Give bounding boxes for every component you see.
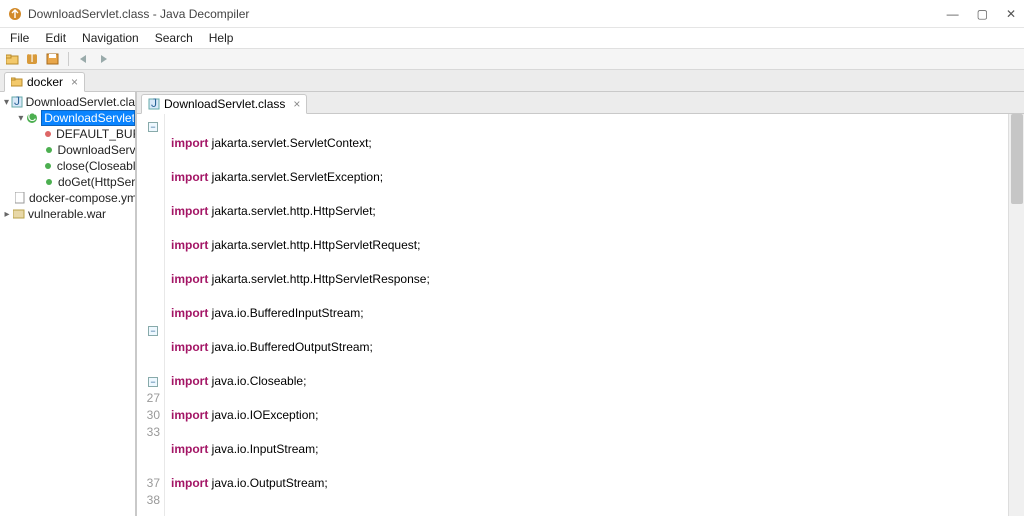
open-type-icon[interactable]: T (24, 50, 42, 68)
editor-tab[interactable]: J DownloadServlet.class × (141, 94, 307, 114)
line-number: 27 (137, 390, 160, 407)
class-file-icon: J (11, 96, 24, 108)
line-number-gutter: − − − 27 30 33 37 38 (137, 114, 165, 516)
editor-body: − − − 27 30 33 37 38 import jakarta.serv… (137, 114, 1024, 516)
class-file-icon: J (148, 98, 160, 110)
close-icon[interactable]: × (293, 97, 300, 111)
tree-node-war[interactable]: ▸ vulnerable.war (0, 206, 135, 222)
folder-icon (11, 77, 23, 87)
svg-text:T: T (28, 53, 36, 65)
close-icon[interactable]: × (71, 75, 78, 89)
line-number: 30 (137, 407, 160, 424)
line-number: 38 (137, 492, 160, 509)
maximize-button[interactable]: ▢ (977, 7, 988, 21)
tree-label: vulnerable.war (28, 207, 106, 221)
code-area[interactable]: import jakarta.servlet.ServletContext; i… (165, 114, 1008, 516)
project-tabstrip: docker × (0, 70, 1024, 92)
vertical-scrollbar[interactable] (1008, 114, 1024, 516)
menu-help[interactable]: Help (203, 29, 240, 47)
project-tab-docker[interactable]: docker × (4, 72, 85, 92)
nav-back-icon[interactable] (75, 50, 93, 68)
tree-label: doGet(HttpSer (58, 175, 135, 189)
svg-text:J: J (14, 96, 20, 108)
tree-label: DEFAULT_BUFF (56, 127, 135, 141)
line-number: 33 (137, 424, 160, 441)
menu-search[interactable]: Search (149, 29, 199, 47)
nav-forward-icon[interactable] (95, 50, 113, 68)
svg-text:C: C (28, 112, 37, 124)
menu-edit[interactable]: Edit (39, 29, 72, 47)
tree-label: docker-compose.yml (29, 191, 135, 205)
tree-node-method[interactable]: close(Closeable (0, 158, 135, 174)
tree-node-field[interactable]: DEFAULT_BUFF (0, 126, 135, 142)
tree-label: DownloadServlet (41, 110, 135, 126)
method-icon (42, 176, 56, 188)
collapse-icon[interactable]: ▾ (2, 97, 11, 108)
workarea: ▾ J DownloadServlet.class ▾ C DownloadSe… (0, 92, 1024, 516)
window-controls: — ▢ ✕ (947, 7, 1016, 21)
tree-node-class[interactable]: ▾ C DownloadServlet (0, 110, 135, 126)
toolbar: T (0, 48, 1024, 70)
fold-icon[interactable]: − (148, 326, 158, 336)
editor-panel: J DownloadServlet.class × − − − 27 30 33… (136, 92, 1024, 516)
field-icon (42, 128, 54, 140)
fold-icon[interactable]: − (148, 122, 158, 132)
fold-icon[interactable]: − (148, 377, 158, 387)
sidebar-tree[interactable]: ▾ J DownloadServlet.class ▾ C DownloadSe… (0, 92, 136, 516)
toolbar-separator (68, 52, 69, 66)
tree-label: close(Closeable (57, 159, 135, 173)
menu-navigation[interactable]: Navigation (76, 29, 145, 47)
archive-icon (12, 208, 26, 220)
close-button[interactable]: ✕ (1006, 7, 1016, 21)
line-number: 37 (137, 475, 160, 492)
method-icon (42, 160, 55, 172)
window-title: DownloadServlet.class - Java Decompiler (28, 7, 947, 21)
tree-node-file[interactable]: docker-compose.yml (0, 190, 135, 206)
save-icon[interactable] (44, 50, 62, 68)
menu-file[interactable]: File (4, 29, 35, 47)
yml-file-icon (14, 192, 27, 204)
menubar: File Edit Navigation Search Help (0, 28, 1024, 48)
project-tab-label: docker (27, 75, 63, 89)
tree-node-class-file[interactable]: ▾ J DownloadServlet.class (0, 94, 135, 110)
tree-node-method[interactable]: doGet(HttpSer (0, 174, 135, 190)
app-icon (8, 7, 22, 21)
expand-icon[interactable]: ▸ (2, 209, 12, 220)
minimize-button[interactable]: — (947, 7, 959, 21)
svg-text:J: J (151, 98, 157, 110)
editor-tab-label: DownloadServlet.class (164, 97, 285, 111)
tree-label: DownloadServlet.class (26, 95, 135, 109)
open-file-icon[interactable] (4, 50, 22, 68)
method-icon (42, 144, 55, 156)
collapse-icon[interactable]: ▾ (16, 113, 26, 124)
tree-node-constructor[interactable]: DownloadServl (0, 142, 135, 158)
class-icon: C (26, 112, 40, 124)
tree-label: DownloadServl (57, 143, 135, 157)
titlebar: DownloadServlet.class - Java Decompiler … (0, 0, 1024, 28)
scrollbar-thumb[interactable] (1011, 114, 1023, 204)
editor-tabstrip: J DownloadServlet.class × (137, 92, 1024, 114)
